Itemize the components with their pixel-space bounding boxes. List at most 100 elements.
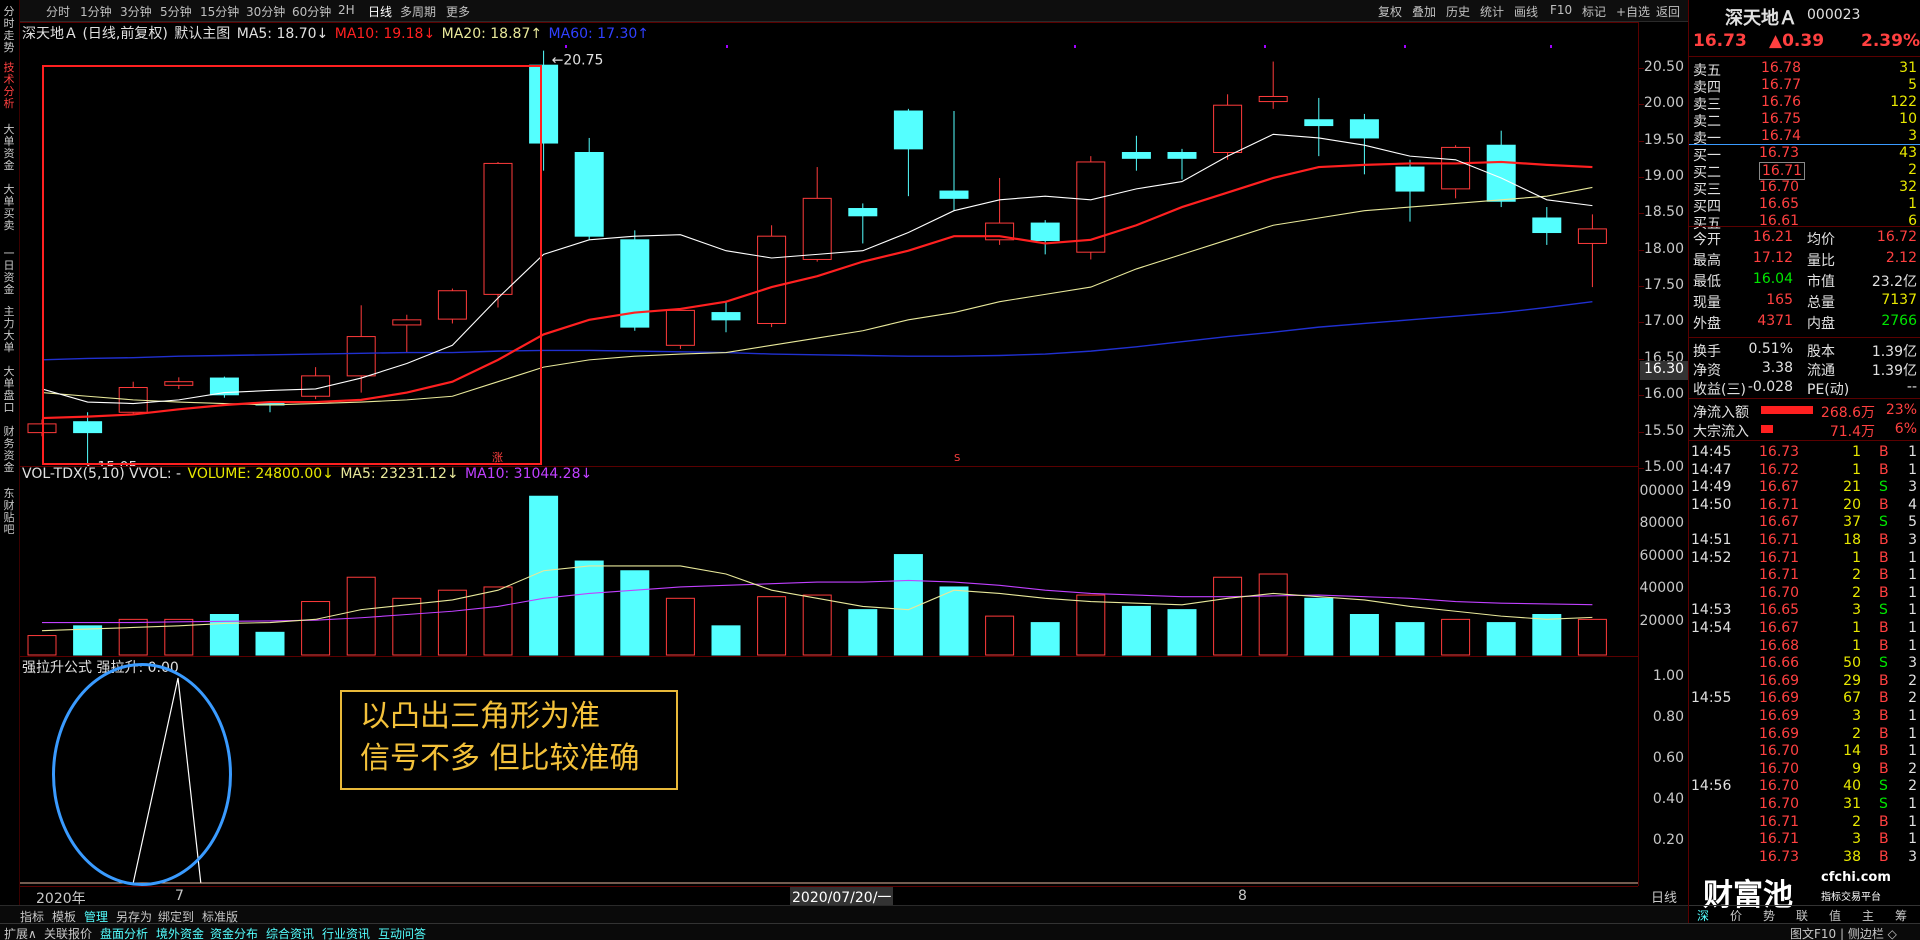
tick-row[interactable]: 14:51 16.71 18 B 3	[1689, 532, 1920, 549]
tick-row[interactable]: 16.71 3 B 1	[1689, 831, 1920, 848]
tick-price: 16.72	[1759, 461, 1800, 478]
bid-price: 16.73	[1759, 145, 1800, 161]
tick-row[interactable]: 16.67 37 S 5	[1689, 514, 1920, 531]
status-qa[interactable]: 互动问答	[378, 925, 426, 940]
tf-2h[interactable]: 2H	[338, 3, 355, 17]
tick-count: 1	[1908, 549, 1917, 566]
quote-tab[interactable]: 值	[1829, 907, 1841, 924]
btn-overlay[interactable]: 叠加	[1412, 3, 1436, 20]
btn-history[interactable]: 历史	[1446, 3, 1470, 20]
tf-3min[interactable]: 3分钟	[120, 3, 152, 20]
legend-chart-name[interactable]: 默认主图	[174, 26, 230, 42]
tick-row[interactable]: 14:52 16.71 1 B 1	[1689, 550, 1920, 567]
stat2-label: 换手	[1693, 344, 1721, 360]
tf-1min[interactable]: 1分钟	[80, 3, 112, 20]
stat-label: 内盘	[1807, 316, 1835, 332]
status-news[interactable]: 综合资讯	[266, 925, 314, 940]
tick-row[interactable]: 14:56 16.70 40 S 2	[1689, 778, 1920, 795]
price-change-pct: 2.39%	[1861, 31, 1920, 51]
tick-row[interactable]: 16.71 2 B 1	[1689, 567, 1920, 584]
bid-row: 买一 16.73 43	[1689, 145, 1920, 164]
tick-row[interactable]: 14:47 16.72 1 B 1	[1689, 462, 1920, 479]
btn-stats[interactable]: 统计	[1480, 3, 1504, 20]
status-f10-sidebar[interactable]: 图文F10 | 侧边栏 ◇	[1790, 925, 1897, 940]
indicator-panel[interactable]	[20, 656, 1638, 886]
tick-time: 14:45	[1691, 444, 1732, 460]
tf-multi[interactable]: 多周期	[400, 3, 436, 20]
tick-row[interactable]: 16.69 29 B 2	[1689, 673, 1920, 690]
period-indicator[interactable]: 日线	[1640, 887, 1688, 906]
tab-main-force[interactable]: 主力大单	[1, 306, 17, 354]
tab-finance-fund[interactable]: 财务资金	[1, 426, 17, 474]
status-expand[interactable]: 扩展∧	[4, 925, 37, 940]
tf-more[interactable]: 更多	[446, 3, 470, 20]
btn-draw[interactable]: 画线	[1514, 3, 1538, 20]
tick-row[interactable]: 14:49 16.67 21 S 3	[1689, 479, 1920, 496]
status-related-quote[interactable]: 关联报价	[44, 925, 92, 940]
tick-row[interactable]: 14:53 16.65 3 S 1	[1689, 602, 1920, 619]
annotation-box: 以凸出三角形为准 信号不多 但比较准确	[340, 690, 678, 790]
status-fund-distribution[interactable]: 资金分布	[210, 925, 258, 940]
stat-row: 最低 16.04 市值 23.2亿	[1689, 271, 1920, 290]
btn-mark[interactable]: 标记	[1582, 3, 1606, 20]
status-industry-news[interactable]: 行业资讯	[322, 925, 370, 940]
status-market-analysis[interactable]: 盘面分析	[100, 925, 148, 940]
tick-mark	[1639, 67, 1644, 69]
btn-add-watch[interactable]: +自选	[1616, 3, 1650, 20]
volume-panel[interactable]	[20, 466, 1638, 656]
btn-fuquan[interactable]: 复权	[1378, 3, 1402, 20]
tab-tech-analysis[interactable]: 技术分析	[1, 62, 17, 110]
tick-row[interactable]: 16.66 50 S 3	[1689, 655, 1920, 672]
bid-price: 16.70	[1759, 179, 1800, 195]
tick-mark	[1639, 104, 1644, 106]
btn-back[interactable]: 返回	[1656, 3, 1680, 20]
tf-15min[interactable]: 15分钟	[200, 3, 239, 20]
status-foreign-fund[interactable]: 境外资金	[156, 925, 204, 940]
tab-big-order-fund[interactable]: 大单资金	[1, 124, 17, 172]
candle-body	[1258, 95, 1288, 103]
tick-row[interactable]: 16.69 3 B 1	[1689, 708, 1920, 725]
tick-row[interactable]: 14:50 16.71 20 B 4	[1689, 497, 1920, 514]
btn-f10[interactable]: F10	[1550, 3, 1572, 17]
tick-row[interactable]: 16.73 38 B 3	[1689, 849, 1920, 866]
quote-tab[interactable]: 主	[1862, 907, 1874, 924]
tick-row[interactable]: 16.69 2 B 1	[1689, 726, 1920, 743]
watermark-site: cfchi.com	[1821, 870, 1891, 885]
highlight-box	[42, 65, 542, 465]
tab-big-order-panel[interactable]: 大单盘口	[1, 366, 17, 414]
tf-daily[interactable]: 日线	[368, 3, 392, 20]
tf-minute[interactable]: 分时	[46, 3, 70, 20]
tick-row[interactable]: 14:54 16.67 1 B 1	[1689, 620, 1920, 637]
event-marker	[1264, 45, 1266, 48]
quote-tab[interactable]: 价	[1730, 907, 1742, 924]
vol-legend-name: VOL-TDX(5,10) VVOL: -	[22, 466, 182, 482]
tab-big-order-trade[interactable]: 大单买卖	[1, 184, 17, 232]
tick-row[interactable]: 16.68 1 B 1	[1689, 638, 1920, 655]
tick-row[interactable]: 16.70 9 B 2	[1689, 761, 1920, 778]
tick-row[interactable]: 14:45 16.73 1 B 1	[1689, 444, 1920, 461]
volume-bar	[118, 618, 148, 656]
tick-price: 16.69	[1759, 672, 1800, 689]
quote-tab[interactable]: 势	[1763, 907, 1775, 924]
tick-row[interactable]: 16.70 14 B 1	[1689, 743, 1920, 760]
tick-row[interactable]: 16.71 2 B 1	[1689, 814, 1920, 831]
ask-volume: 5	[1908, 77, 1917, 93]
tab-day-fund[interactable]: 一日资金	[1, 248, 17, 296]
last-price: 16.73	[1693, 31, 1747, 51]
tf-30min[interactable]: 30分钟	[246, 3, 285, 20]
tick-row[interactable]: 16.70 2 B 1	[1689, 585, 1920, 602]
tab-fenshi[interactable]: 分时走势	[1, 6, 17, 54]
quote-tab[interactable]: 筹	[1895, 907, 1907, 924]
tick-row[interactable]: 16.70 31 S 1	[1689, 796, 1920, 813]
stat2-value: 0.51%	[1748, 341, 1793, 357]
tick-volume: 3	[1852, 602, 1861, 619]
tick-volume: 14	[1843, 743, 1861, 760]
quote-tab[interactable]: 深	[1697, 907, 1709, 924]
indicator-tick: 0.20	[1652, 832, 1684, 848]
tick-row[interactable]: 14:55 16.69 67 B 2	[1689, 690, 1920, 707]
tab-guba[interactable]: 东财贴吧	[1, 488, 17, 536]
quote-tab[interactable]: 联	[1796, 907, 1808, 924]
ask-volume: 122	[1890, 94, 1917, 110]
tf-5min[interactable]: 5分钟	[160, 3, 192, 20]
tf-60min[interactable]: 60分钟	[292, 3, 331, 20]
